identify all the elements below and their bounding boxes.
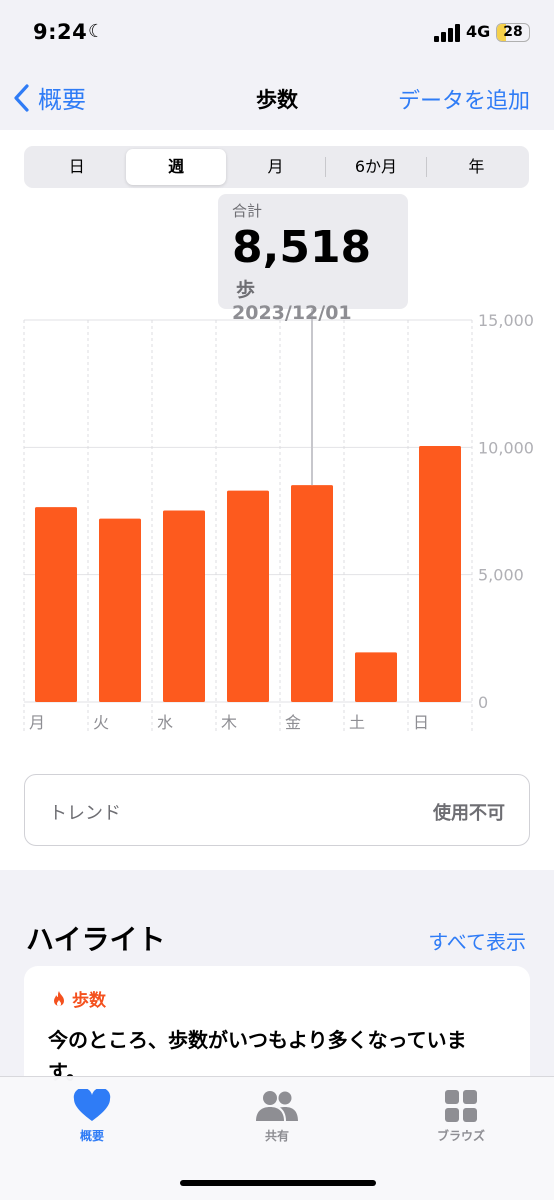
x-tick-label: 木 xyxy=(221,713,237,732)
bar-日 xyxy=(419,446,461,702)
selected-value-callout: 合計 8,518 歩 2023/12/01 xyxy=(218,194,408,324)
highlights-title: ハイライト xyxy=(26,923,166,956)
highlight-tag-label: 歩数 xyxy=(72,991,106,1011)
callout-unit: 歩 xyxy=(236,279,256,301)
x-tick-label: 火 xyxy=(93,713,109,732)
flame-icon xyxy=(54,990,64,1006)
tab-browse-label: ブラウズ xyxy=(436,1129,485,1143)
navigation-bar: 概要 歩数 データを追加 xyxy=(0,64,554,130)
bar-木 xyxy=(227,490,269,702)
cellular-signal-icon xyxy=(434,24,460,42)
bar-水 xyxy=(163,510,205,702)
x-tick-label: 月 xyxy=(29,713,45,732)
status-time: 9:24 xyxy=(33,20,88,44)
bar-火 xyxy=(99,518,141,702)
network-type: 4G xyxy=(466,22,491,41)
y-tick-label: 15,000 xyxy=(478,311,534,330)
show-all-link[interactable]: すべて表示 xyxy=(428,926,526,955)
add-data-button[interactable]: データを追加 xyxy=(398,83,530,115)
period-segmented-control: 日 週 月 6か月 年 xyxy=(24,146,529,188)
battery-icon: 28 xyxy=(496,23,530,42)
trend-status: 使用不可 xyxy=(433,803,505,824)
y-tick-label: 0 xyxy=(478,693,488,712)
x-tick-label: 日 xyxy=(413,713,429,732)
heart-icon xyxy=(73,1089,111,1121)
callout-value: 8,518 xyxy=(232,222,372,273)
x-tick-label: 土 xyxy=(349,713,365,732)
tab-summary-label: 概要 xyxy=(79,1129,104,1143)
segment-6-months[interactable]: 6か月 xyxy=(326,149,425,185)
x-tick-label: 水 xyxy=(157,713,173,732)
grid-icon xyxy=(445,1090,477,1122)
battery-level: 28 xyxy=(503,24,523,40)
home-indicator xyxy=(180,1180,376,1186)
trend-row[interactable]: トレンド 使用不可 xyxy=(24,774,530,846)
highlight-tag: 歩数 xyxy=(52,986,106,1011)
tab-browse[interactable]: ブラウズ xyxy=(401,1089,521,1144)
callout-label: 合計 xyxy=(232,202,263,220)
steps-bar-chart[interactable]: 0 5,000 10,000 15,000 月 火 水 木 金 土 日 xyxy=(0,300,554,740)
bar-金 xyxy=(291,485,333,702)
people-icon xyxy=(256,1091,298,1121)
bar-月 xyxy=(35,507,77,702)
moon-icon: ☾ xyxy=(88,21,105,42)
tab-sharing[interactable]: 共有 xyxy=(217,1089,337,1144)
trend-label: トレンド xyxy=(49,803,121,824)
segment-day[interactable]: 日 xyxy=(27,149,126,185)
tab-sharing-label: 共有 xyxy=(264,1129,289,1143)
status-bar: 9:24 ☾ 4G 28 xyxy=(0,0,554,64)
x-tick-label: 金 xyxy=(285,713,301,732)
segment-week[interactable]: 週 xyxy=(126,149,226,185)
segment-month[interactable]: 月 xyxy=(226,149,325,185)
callout-date: 2023/12/01 xyxy=(232,302,352,324)
y-tick-label: 5,000 xyxy=(478,566,524,585)
segment-year[interactable]: 年 xyxy=(427,149,526,185)
y-tick-label: 10,000 xyxy=(478,438,534,457)
tab-summary[interactable]: 概要 xyxy=(32,1089,152,1144)
bar-土 xyxy=(355,652,397,702)
